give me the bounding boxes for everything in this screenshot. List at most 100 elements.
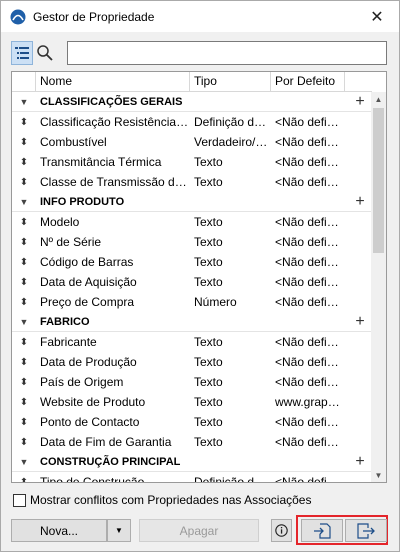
property-name: Tipo de Construção	[40, 475, 145, 483]
table-row[interactable]: ⬍ Modelo Texto <Não definido>	[12, 212, 372, 232]
property-name: Classe de Transmissão de Som	[40, 175, 190, 189]
header-type[interactable]: Tipo	[190, 72, 271, 92]
table-row[interactable]: ⬍ Data de Aquisição Texto <Não definido>	[12, 272, 372, 292]
drag-handle-icon[interactable]: ⬍	[12, 117, 36, 128]
group-row[interactable]: ▼ FABRICO +	[12, 312, 372, 332]
scrollbar-thumb[interactable]	[373, 108, 384, 253]
table-row[interactable]: ⬍ Classe de Transmissão de Som Texto <Não d…	[12, 172, 372, 192]
property-default: <Não definido>	[275, 355, 345, 369]
chevron-down-icon: ▼	[115, 526, 123, 535]
close-button[interactable]: ✕	[355, 1, 399, 32]
drag-handle-icon[interactable]: ⬍	[12, 477, 36, 483]
table-row[interactable]: ⬍ Ponto de Contacto Texto <Não definido>	[12, 412, 372, 432]
show-conflicts-option[interactable]: Mostrar conflitos com Propriedades nas A…	[13, 493, 311, 507]
table-header: Nome Tipo Por Defeito	[12, 72, 372, 92]
collapse-triangle-icon[interactable]: ▼	[12, 197, 36, 207]
scroll-up-icon[interactable]: ▲	[371, 92, 386, 106]
property-default: <Não definido>	[275, 435, 345, 449]
group-name: INFO PRODUTO	[40, 195, 125, 208]
drag-handle-icon[interactable]: ⬍	[12, 297, 36, 308]
new-button[interactable]: Nova...	[11, 519, 107, 542]
import-button[interactable]	[301, 519, 343, 542]
search-input[interactable]	[67, 41, 387, 65]
table-row[interactable]: ⬍ Tipo de Construção Definição de Opções <N…	[12, 472, 372, 483]
table-body: ▼ CLASSIFICAÇÕES GERAIS + ⬍ Classificação Re…	[12, 92, 372, 483]
property-default: <Não definido>	[275, 295, 345, 309]
drag-handle-icon[interactable]: ⬍	[12, 137, 36, 148]
drag-handle-icon[interactable]: ⬍	[12, 377, 36, 388]
bottom-bar: Nova... ▼ Apagar	[11, 515, 391, 545]
property-type: Texto	[194, 275, 223, 289]
plus-icon[interactable]: +	[348, 193, 372, 211]
property-table: Nome Tipo Por Defeito ▼ CLASSIFICAÇÕES GE…	[11, 71, 387, 483]
property-name: Fabricante	[40, 335, 97, 349]
property-default: <Não definido>	[275, 415, 345, 429]
property-default: <Não definido>	[275, 115, 345, 129]
property-default: <Não definido>	[275, 235, 345, 249]
header-spacer	[345, 72, 372, 92]
drag-handle-icon[interactable]: ⬍	[12, 437, 36, 448]
table-row[interactable]: ⬍ Data de Produção Texto <Não definido>	[12, 352, 372, 372]
drag-handle-icon[interactable]: ⬍	[12, 337, 36, 348]
drag-handle-icon[interactable]: ⬍	[12, 257, 36, 268]
property-type: Texto	[194, 435, 223, 449]
list-view-icon	[15, 47, 29, 59]
property-default: <Não definido>	[275, 255, 345, 269]
group-row[interactable]: ▼ CONSTRUÇÃO PRINCIPAL +	[12, 452, 372, 472]
plus-icon[interactable]: +	[348, 93, 372, 111]
group-name: CLASSIFICAÇÕES GERAIS	[40, 95, 183, 108]
property-default: <Não definido>	[275, 155, 345, 169]
property-name: Combustível	[40, 135, 107, 149]
plus-icon[interactable]: +	[348, 313, 372, 331]
search-icon[interactable]	[36, 44, 54, 62]
list-view-button[interactable]	[11, 41, 33, 65]
collapse-triangle-icon[interactable]: ▼	[12, 97, 36, 107]
drag-handle-icon[interactable]: ⬍	[12, 177, 36, 188]
table-row[interactable]: ⬍ Data de Fim de Garantia Texto <Não defini…	[12, 432, 372, 452]
property-type: Texto	[194, 155, 223, 169]
property-name: Data de Fim de Garantia	[40, 435, 172, 449]
drag-handle-icon[interactable]: ⬍	[12, 417, 36, 428]
header-default[interactable]: Por Defeito	[271, 72, 345, 92]
drag-handle-icon[interactable]: ⬍	[12, 277, 36, 288]
table-row[interactable]: ⬍ Nº de Série Texto <Não definido>	[12, 232, 372, 252]
plus-icon[interactable]: +	[348, 453, 372, 471]
property-name: Código de Barras	[40, 255, 134, 269]
property-name: Classificação Resistência ao Fogo	[40, 115, 190, 129]
property-name: Data de Aquisição	[40, 275, 137, 289]
property-type: Texto	[194, 355, 223, 369]
new-dropdown-button[interactable]: ▼	[107, 519, 131, 542]
info-icon	[275, 524, 288, 537]
property-type: Texto	[194, 255, 223, 269]
property-default: <Não definido>	[275, 215, 345, 229]
group-row[interactable]: ▼ CLASSIFICAÇÕES GERAIS +	[12, 92, 372, 112]
info-button[interactable]	[271, 519, 292, 542]
table-row[interactable]: ⬍ Website de Produto Texto www.graphisoft.c…	[12, 392, 372, 412]
drag-handle-icon[interactable]: ⬍	[12, 357, 36, 368]
drag-handle-icon[interactable]: ⬍	[12, 397, 36, 408]
property-type: Definição de Opções	[194, 115, 271, 129]
property-type: Texto	[194, 395, 223, 409]
drag-handle-icon[interactable]: ⬍	[12, 157, 36, 168]
show-conflicts-checkbox[interactable]	[13, 493, 26, 507]
table-row[interactable]: ⬍ Preço de Compra Número <Não definido>	[12, 292, 372, 312]
title-bar: Gestor de Propriedade ✕	[1, 1, 399, 32]
collapse-triangle-icon[interactable]: ▼	[12, 457, 36, 467]
header-name[interactable]: Nome	[36, 72, 190, 92]
table-row[interactable]: ⬍ Combustível Verdadeiro/Falso <Não definid…	[12, 132, 372, 152]
table-row[interactable]: ⬍ Fabricante Texto <Não definido>	[12, 332, 372, 352]
table-row[interactable]: ⬍ Classificação Resistência ao Fogo Defini…	[12, 112, 372, 132]
delete-button[interactable]: Apagar	[139, 519, 259, 542]
property-name: País de Origem	[40, 375, 124, 389]
scroll-down-icon[interactable]: ▼	[371, 468, 386, 482]
table-row[interactable]: ⬍ Transmitância Térmica Texto <Não definido…	[12, 152, 372, 172]
drag-handle-icon[interactable]: ⬍	[12, 237, 36, 248]
group-row[interactable]: ▼ INFO PRODUTO +	[12, 192, 372, 212]
collapse-triangle-icon[interactable]: ▼	[12, 317, 36, 327]
table-row[interactable]: ⬍ País de Origem Texto <Não definido>	[12, 372, 372, 392]
table-row[interactable]: ⬍ Código de Barras Texto <Não definido>	[12, 252, 372, 272]
close-icon: ✕	[370, 8, 384, 26]
vertical-scrollbar[interactable]: ▲ ▼	[371, 92, 386, 482]
export-button[interactable]	[345, 519, 387, 542]
drag-handle-icon[interactable]: ⬍	[12, 217, 36, 228]
